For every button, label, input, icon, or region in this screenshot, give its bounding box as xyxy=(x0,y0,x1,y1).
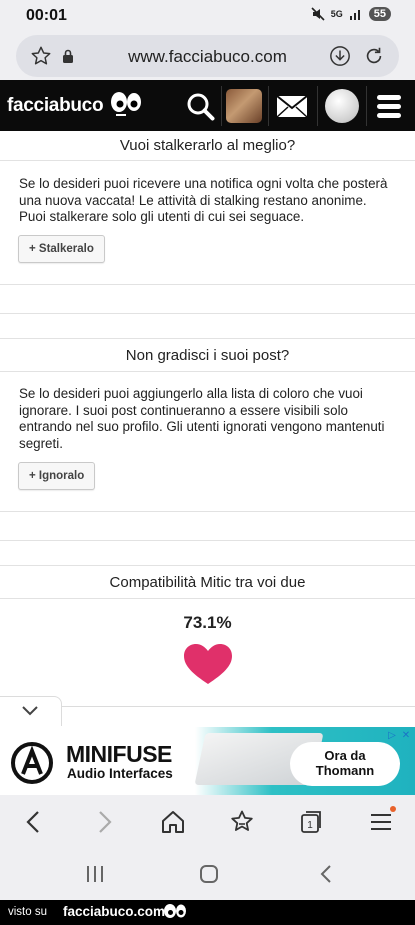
divider xyxy=(0,338,415,339)
signal-icon xyxy=(349,10,360,20)
ad-cta-line2: Thomann xyxy=(315,763,375,778)
divider xyxy=(0,598,415,599)
notifications-ball-icon[interactable] xyxy=(325,89,359,123)
footer-visto: visto su xyxy=(8,906,47,918)
header-divider xyxy=(268,86,269,126)
divider xyxy=(0,284,415,285)
divider xyxy=(0,160,415,161)
menu-notification-dot xyxy=(390,806,396,812)
ad-collapse-button[interactable] xyxy=(0,696,62,726)
back-icon[interactable] xyxy=(21,809,47,835)
chevron-down-icon xyxy=(22,706,38,716)
ad-close-icon: ✕ xyxy=(401,730,411,741)
header-divider xyxy=(366,86,367,126)
divider xyxy=(0,565,415,566)
footer-eyes-icon xyxy=(164,904,186,918)
svg-text:1: 1 xyxy=(307,820,313,831)
site-header: facciabuco xyxy=(0,80,415,131)
ad-info-icon: ▷ xyxy=(388,730,396,741)
ad-collapse-bar xyxy=(0,706,415,721)
system-back-icon[interactable] xyxy=(314,863,338,885)
battery-badge: 55 xyxy=(368,7,391,21)
compat-percent: 73.1% xyxy=(183,613,232,632)
network-label: 5G xyxy=(330,9,343,19)
ad-choices-badge[interactable]: ▷ ✕ xyxy=(386,729,412,743)
status-bar: 00:01 5G 55 xyxy=(0,0,415,32)
bookmarks-icon[interactable] xyxy=(229,809,255,835)
mail-icon[interactable] xyxy=(275,87,309,125)
browser-bottom-toolbar: 1 xyxy=(0,795,415,850)
ad-brand-logo-icon xyxy=(11,742,53,784)
home-button-icon[interactable] xyxy=(197,863,221,885)
watermark-footer: visto su facciabuco.com xyxy=(0,900,415,925)
footer-brand: facciabuco.com xyxy=(63,904,166,919)
tabs-icon[interactable]: 1 xyxy=(298,809,324,835)
heart-icon xyxy=(184,644,232,684)
ignore-section-title: Non gradisci i suoi post? xyxy=(125,347,290,364)
menu-icon[interactable] xyxy=(375,87,403,125)
mute-icon xyxy=(311,7,325,21)
divider xyxy=(0,313,415,314)
ad-cta-line1: Ora da xyxy=(324,748,366,763)
download-icon[interactable] xyxy=(329,45,351,67)
ad-cta-button[interactable]: Ora da Thomann xyxy=(290,742,400,786)
status-time: 00:01 xyxy=(26,7,67,24)
ignore-button[interactable]: + Ignoralo xyxy=(18,462,96,490)
compat-section-title: Compatibilità Mitic tra voi due xyxy=(109,574,306,591)
divider xyxy=(0,511,415,512)
ad-banner[interactable]: MINIFUSE Audio Interfaces Ora da Thomann… xyxy=(0,727,415,795)
forward-icon[interactable] xyxy=(91,809,117,835)
divider xyxy=(0,540,415,541)
avatar[interactable] xyxy=(226,89,262,123)
stalker-section-title: Vuoi stalkerarlo al meglio? xyxy=(119,137,296,154)
ad-title: MINIFUSE xyxy=(66,741,172,767)
system-nav-bar xyxy=(0,850,415,900)
status-icons: 5G 55 xyxy=(311,7,391,21)
home-icon[interactable] xyxy=(160,809,186,835)
recents-icon[interactable] xyxy=(83,863,107,885)
ignore-description: Se lo desideri puoi aggiungerlo alla lis… xyxy=(19,386,385,451)
stalker-description: Se lo desideri puoi ricevere una notific… xyxy=(19,176,388,224)
ad-subtitle: Audio Interfaces xyxy=(67,766,173,781)
header-divider xyxy=(221,86,222,126)
reload-icon[interactable] xyxy=(363,45,385,67)
address-bar[interactable]: www.facciabuco.com xyxy=(16,35,399,77)
logo-eyes-icon xyxy=(111,92,141,116)
browser-top-bar: www.facciabuco.com xyxy=(0,32,415,80)
search-icon[interactable] xyxy=(186,87,216,125)
browser-menu-icon[interactable] xyxy=(368,809,394,835)
header-divider xyxy=(317,86,318,126)
stalker-button[interactable]: + Stalkeralo xyxy=(18,235,105,263)
site-logo[interactable]: facciabuco xyxy=(7,95,104,117)
divider xyxy=(0,371,415,372)
